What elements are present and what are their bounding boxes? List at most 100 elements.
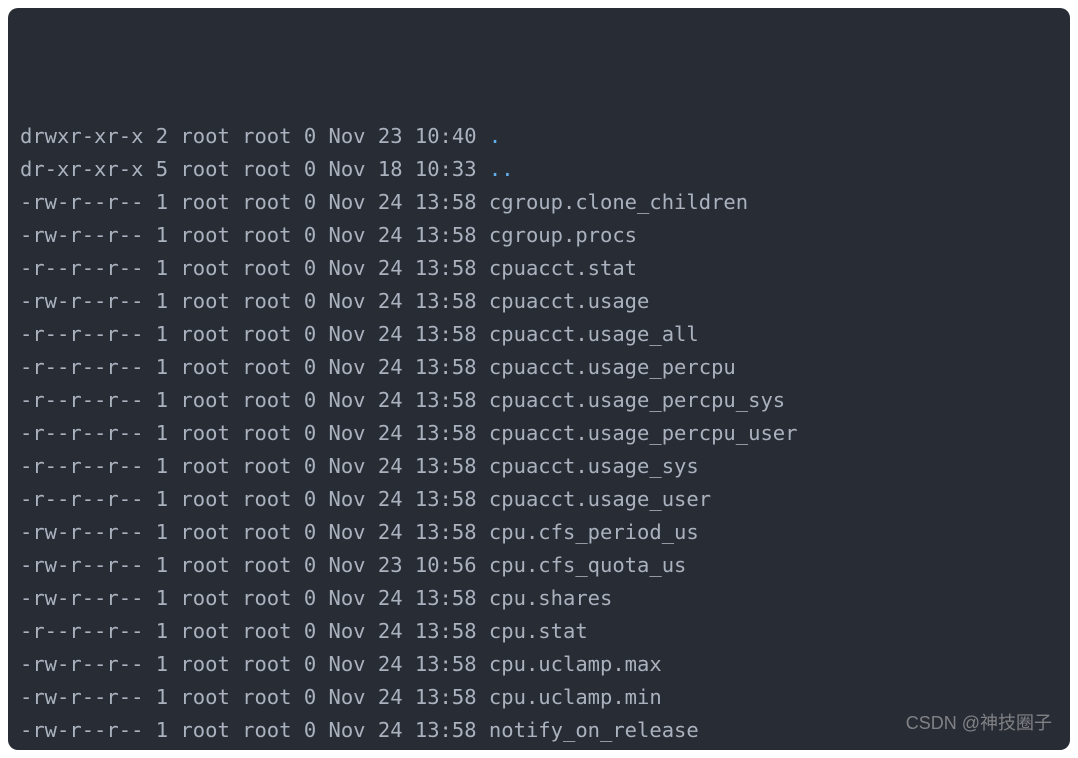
file-link-count: 1 xyxy=(156,351,181,384)
terminal-window[interactable]: drwxr-xr-x2rootroot0Nov2310:40.dr-xr-xr-… xyxy=(8,8,1070,750)
listing-row: -rw-r--r--1rootroot0Nov2413:58cpu.cfs_pe… xyxy=(20,516,1070,549)
listing-row: -r--r--r--1rootroot0Nov2413:58cpuacct.us… xyxy=(20,384,1070,417)
file-owner: root xyxy=(180,747,242,750)
file-group: root xyxy=(242,747,304,750)
file-size: 0 xyxy=(304,252,329,285)
file-time: 13:58 xyxy=(415,252,489,285)
file-permissions: -r--r--r-- xyxy=(20,318,156,351)
file-link-count: 1 xyxy=(156,648,181,681)
listing-row: -r--r--r--1rootroot0Nov2413:58cpuacct.us… xyxy=(20,483,1070,516)
file-name: cpuacct.usage_percpu xyxy=(489,351,736,384)
file-group: root xyxy=(242,648,304,681)
file-link-count: 1 xyxy=(156,714,181,747)
file-time: 10:56 xyxy=(415,747,489,750)
file-day: 24 xyxy=(378,714,415,747)
listing-row: -r--r--r--1rootroot0Nov2413:58cpu.stat xyxy=(20,615,1070,648)
file-group: root xyxy=(242,582,304,615)
file-time: 13:58 xyxy=(415,483,489,516)
file-link-count: 1 xyxy=(156,252,181,285)
file-month: Nov xyxy=(329,516,378,549)
file-permissions: -r--r--r-- xyxy=(20,417,156,450)
file-day: 24 xyxy=(378,384,415,417)
file-group: root xyxy=(242,516,304,549)
file-size: 0 xyxy=(304,483,329,516)
file-name: cpuacct.usage_percpu_sys xyxy=(489,384,785,417)
file-size: 0 xyxy=(304,186,329,219)
file-permissions: -rw-r--r-- xyxy=(20,549,156,582)
file-time: 13:58 xyxy=(415,384,489,417)
file-permissions: dr-xr-xr-x xyxy=(20,153,156,186)
listing-row: -rw-r--r--1rootroot0Nov2413:58cpu.shares xyxy=(20,582,1070,615)
file-time: 13:58 xyxy=(415,450,489,483)
file-day: 23 xyxy=(378,549,415,582)
file-time: 13:58 xyxy=(415,648,489,681)
file-day: 24 xyxy=(378,450,415,483)
file-month: Nov xyxy=(329,252,378,285)
file-day: 24 xyxy=(378,417,415,450)
file-group: root xyxy=(242,549,304,582)
file-group: root xyxy=(242,417,304,450)
file-name: cpuacct.usage_all xyxy=(489,318,699,351)
file-name: cgroup.procs xyxy=(489,219,637,252)
directory-name: . xyxy=(489,120,501,153)
file-permissions: -rw-r--r-- xyxy=(20,186,156,219)
listing-row: dr-xr-xr-x5rootroot0Nov1810:33.. xyxy=(20,153,1070,186)
file-day: 24 xyxy=(378,615,415,648)
file-name: cpuacct.usage_user xyxy=(489,483,711,516)
file-link-count: 1 xyxy=(156,450,181,483)
file-permissions: -rw-r--r-- xyxy=(20,747,156,750)
file-size: 0 xyxy=(304,714,329,747)
file-size: 0 xyxy=(304,153,329,186)
listing-row: -rw-r--r--1rootroot0Nov2413:58cgroup.clo… xyxy=(20,186,1070,219)
file-link-count: 1 xyxy=(156,384,181,417)
file-size: 0 xyxy=(304,384,329,417)
file-day: 24 xyxy=(378,252,415,285)
file-size: 0 xyxy=(304,120,329,153)
listing-row: -r--r--r--1rootroot0Nov2413:58cpuacct.us… xyxy=(20,417,1070,450)
file-size: 0 xyxy=(304,582,329,615)
listing-row: -rw-r--r--1rootroot0Nov2413:58cgroup.pro… xyxy=(20,219,1070,252)
file-time: 13:58 xyxy=(415,681,489,714)
file-month: Nov xyxy=(329,582,378,615)
file-owner: root xyxy=(180,681,242,714)
file-size: 0 xyxy=(304,219,329,252)
file-time: 13:58 xyxy=(415,582,489,615)
file-owner: root xyxy=(180,318,242,351)
file-name: cpu.uclamp.max xyxy=(489,648,662,681)
file-name: tasks xyxy=(489,747,551,750)
file-permissions: -rw-r--r-- xyxy=(20,219,156,252)
file-owner: root xyxy=(180,120,242,153)
file-group: root xyxy=(242,681,304,714)
file-day: 24 xyxy=(378,582,415,615)
file-month: Nov xyxy=(329,186,378,219)
file-link-count: 5 xyxy=(156,153,181,186)
file-day: 23 xyxy=(378,747,415,750)
file-month: Nov xyxy=(329,120,378,153)
file-size: 0 xyxy=(304,318,329,351)
file-link-count: 1 xyxy=(156,417,181,450)
listing-row: -rw-r--r--1rootroot0Nov2413:58cpu.uclamp… xyxy=(20,648,1070,681)
file-permissions: -r--r--r-- xyxy=(20,252,156,285)
file-link-count: 1 xyxy=(156,582,181,615)
file-size: 0 xyxy=(304,285,329,318)
file-group: root xyxy=(242,384,304,417)
file-group: root xyxy=(242,615,304,648)
file-link-count: 1 xyxy=(156,747,181,750)
file-group: root xyxy=(242,153,304,186)
file-name: cpu.shares xyxy=(489,582,612,615)
file-group: root xyxy=(242,351,304,384)
file-month: Nov xyxy=(329,681,378,714)
file-day: 24 xyxy=(378,516,415,549)
file-group: root xyxy=(242,318,304,351)
file-name: cpuacct.usage_percpu_user xyxy=(489,417,798,450)
file-day: 18 xyxy=(378,153,415,186)
file-time: 10:33 xyxy=(415,153,489,186)
file-permissions: -r--r--r-- xyxy=(20,615,156,648)
file-day: 24 xyxy=(378,351,415,384)
file-size: 0 xyxy=(304,615,329,648)
file-name: cgroup.clone_children xyxy=(489,186,748,219)
file-time: 13:58 xyxy=(415,186,489,219)
file-month: Nov xyxy=(329,285,378,318)
file-name: cpu.cfs_quota_us xyxy=(489,549,686,582)
file-size: 0 xyxy=(304,351,329,384)
